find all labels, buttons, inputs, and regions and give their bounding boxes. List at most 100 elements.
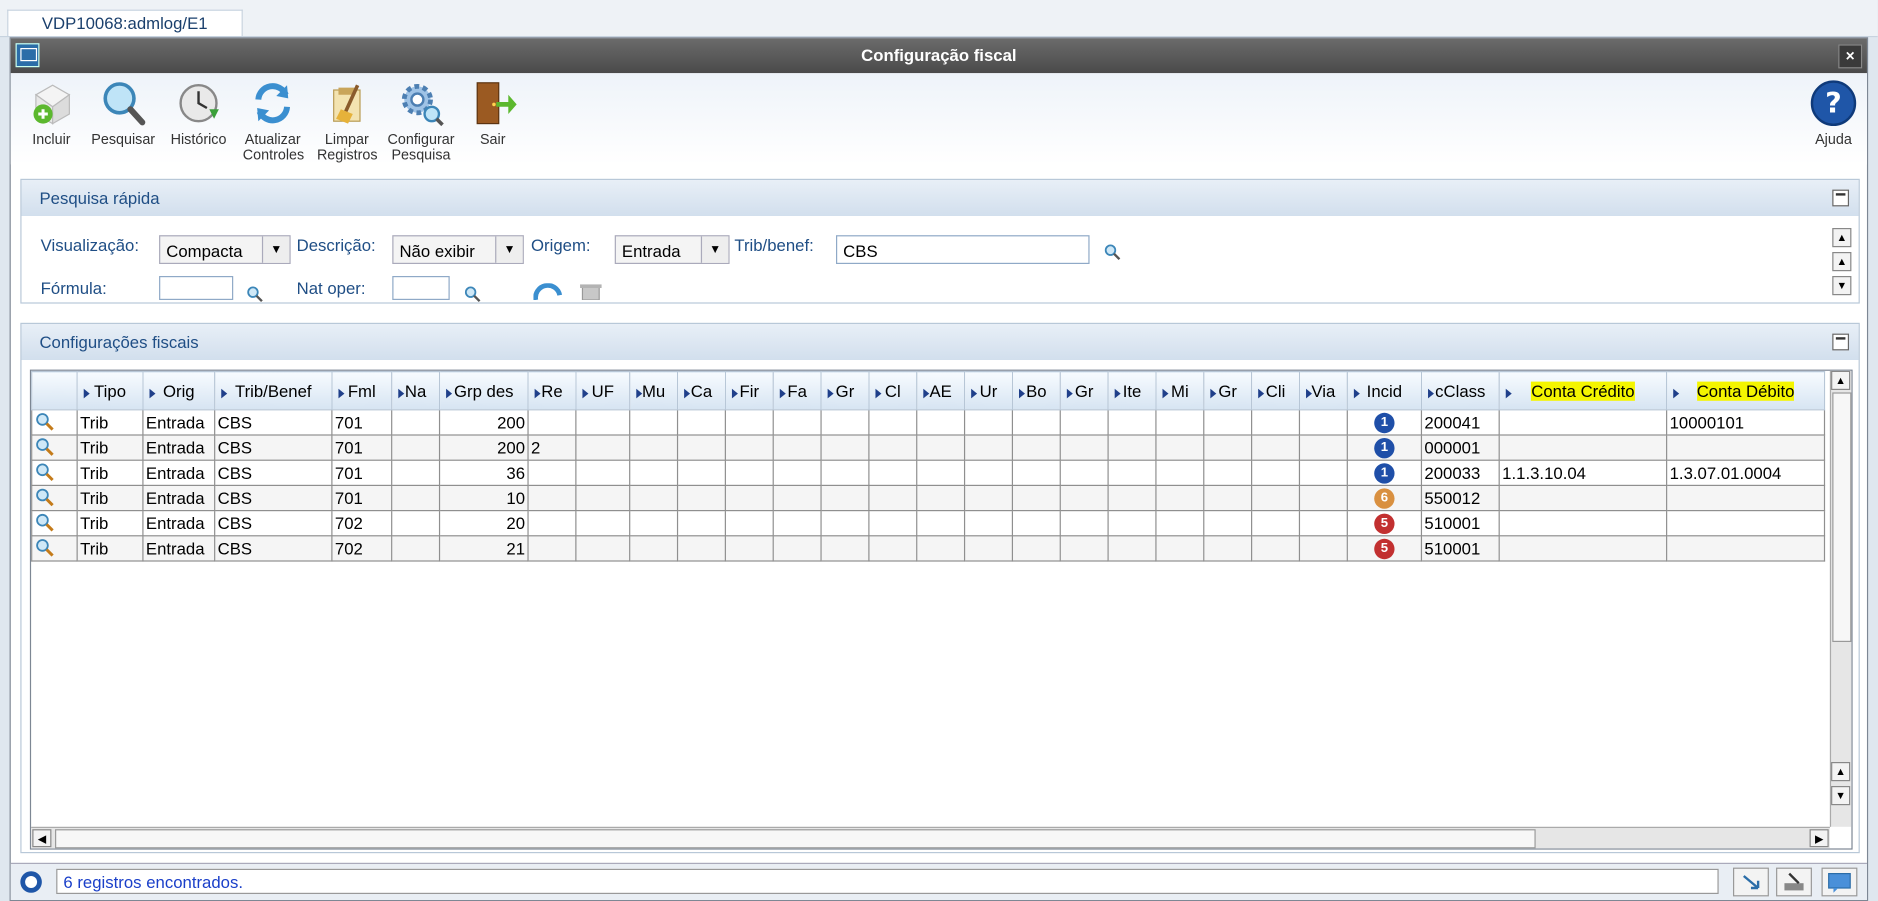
row-detail-cell[interactable] [31, 535, 78, 562]
sort-arrow-icon[interactable] [1353, 388, 1360, 399]
sort-arrow-icon[interactable] [875, 388, 882, 399]
row-detail-cell[interactable] [31, 459, 78, 487]
pesquisar-button[interactable]: Pesquisar [85, 78, 162, 148]
sort-arrow-icon[interactable] [398, 388, 405, 399]
sort-arrow-icon[interactable] [684, 388, 691, 399]
magnifier-icon[interactable] [35, 512, 54, 531]
collapse-quick-search-button[interactable] [1832, 189, 1850, 207]
table-row[interactable]: Trib Entrada CBS 701 10 6 550012 [31, 484, 1826, 512]
grid-scroll-up-button[interactable]: ▲ [1831, 762, 1851, 782]
magnifier-icon[interactable] [35, 487, 54, 506]
expand-button[interactable] [1733, 867, 1769, 897]
magnifier-icon[interactable] [35, 411, 54, 431]
atualizar-controles-button[interactable]: Atualizar Controles [234, 78, 311, 163]
sort-arrow-icon[interactable] [446, 388, 453, 399]
column-header[interactable]: Fir [724, 370, 774, 411]
table-row[interactable]: Trib Entrada CBS 701 36 1 200033 1.1.3.10.04 1.3… [31, 459, 1826, 487]
row-detail-cell[interactable] [31, 484, 78, 512]
sort-arrow-icon[interactable] [636, 388, 643, 399]
visualizacao-select[interactable]: Compacta ▼ [159, 235, 291, 264]
table-row[interactable]: Trib Entrada CBS 702 21 5 510001 [31, 535, 1826, 562]
column-header[interactable]: cClass [1420, 370, 1500, 411]
limpar-registros-button[interactable]: Limpar Registros [309, 78, 386, 163]
column-header[interactable]: Incid [1346, 370, 1423, 411]
column-header[interactable]: Ur [963, 370, 1014, 411]
column-header[interactable]: Gr [820, 370, 870, 411]
sort-arrow-icon[interactable] [338, 388, 345, 399]
chevron-down-icon[interactable]: ▼ [261, 236, 290, 263]
trib-input[interactable]: CBS [836, 235, 1090, 264]
sort-arrow-icon[interactable] [779, 388, 786, 399]
chevron-down-icon[interactable]: ▼ [700, 236, 729, 263]
sort-arrow-icon[interactable] [971, 388, 978, 399]
sort-arrow-icon[interactable] [1306, 388, 1313, 399]
configurar-pesquisa-button[interactable]: Configurar Pesquisa [383, 78, 460, 163]
table-row[interactable]: Trib Entrada CBS 701 200 2 1 000001 [31, 434, 1826, 461]
column-header[interactable]: Cl [868, 370, 918, 411]
column-header[interactable]: Conta Débito [1666, 370, 1826, 411]
sort-arrow-icon[interactable] [221, 388, 228, 399]
grid-horizontal-scrollbar[interactable]: ◀ ▶ [31, 826, 1830, 849]
magnifier-icon[interactable] [35, 537, 54, 557]
table-row[interactable]: Trib Entrada CBS 701 200 1 200041 10000101 [31, 409, 1826, 436]
chat-button[interactable] [1821, 867, 1858, 897]
grid-vertical-thumb[interactable] [1832, 392, 1852, 642]
row-detail-cell[interactable] [31, 409, 78, 436]
trib-search-icon[interactable] [1104, 244, 1121, 261]
column-header[interactable]: Conta Crédito [1498, 370, 1668, 411]
column-header[interactable]: Gr [1203, 370, 1253, 411]
column-header[interactable]: Trib/Benef [214, 370, 333, 411]
formula-search-icon[interactable] [246, 286, 263, 303]
sort-arrow-icon[interactable] [731, 388, 738, 399]
column-header[interactable]: Grp des [438, 370, 529, 411]
sair-button[interactable]: Sair [454, 78, 531, 148]
column-header[interactable]: Bo [1011, 370, 1061, 411]
sort-arrow-icon[interactable] [923, 388, 930, 399]
trash-icon[interactable] [579, 283, 603, 300]
column-header[interactable]: Mi [1155, 370, 1205, 411]
sort-arrow-icon[interactable] [534, 388, 541, 399]
collapse-fiscal-config-button[interactable] [1832, 333, 1850, 351]
magnifier-icon[interactable] [35, 436, 54, 456]
column-header[interactable]: Fml [331, 370, 393, 411]
sort-arrow-icon[interactable] [149, 388, 156, 399]
column-header[interactable]: Tipo [76, 370, 144, 411]
sort-arrow-icon[interactable] [1066, 388, 1073, 399]
sort-arrow-icon[interactable] [1018, 388, 1025, 399]
grid-scroll-top-button[interactable]: ▲ [1831, 370, 1851, 391]
sort-arrow-icon[interactable] [1258, 388, 1265, 399]
grid-scroll-down-button[interactable]: ▼ [1831, 786, 1851, 806]
sort-arrow-icon[interactable] [1114, 388, 1121, 399]
column-header[interactable]: AE [916, 370, 966, 411]
column-header[interactable]: Re [527, 370, 577, 411]
scroll-right-button[interactable]: ▶ [1809, 829, 1829, 848]
column-header[interactable]: Gr [1059, 370, 1109, 411]
incluir-button[interactable]: Incluir [13, 78, 90, 148]
formula-input[interactable] [159, 276, 234, 300]
table-row[interactable]: Trib Entrada CBS 702 20 5 510001 [31, 510, 1826, 537]
tab-vdp10068[interactable]: VDP10068:admlog/E1 [7, 9, 243, 36]
grid-vertical-scrollbar[interactable]: ▲ ▲ ▼ [1829, 370, 1852, 827]
nat-oper-input[interactable] [392, 276, 450, 300]
origem-select[interactable]: Entrada ▼ [614, 235, 730, 264]
refresh-icon[interactable] [533, 283, 564, 300]
scroll-top-button[interactable]: ▲ [1832, 228, 1852, 248]
nat-oper-search-icon[interactable] [464, 286, 481, 303]
column-header[interactable]: Na [391, 370, 441, 411]
row-detail-cell[interactable] [31, 510, 78, 537]
sort-arrow-icon[interactable] [1673, 388, 1680, 399]
sort-arrow-icon[interactable] [1505, 388, 1512, 399]
ajuda-button[interactable]: ? Ajuda [1795, 78, 1872, 148]
close-button[interactable]: × [1838, 44, 1863, 69]
column-header[interactable]: Ca [676, 370, 726, 411]
column-header[interactable]: UF [575, 370, 631, 411]
sort-arrow-icon[interactable] [1210, 388, 1217, 399]
sort-arrow-icon[interactable] [1162, 388, 1169, 399]
row-detail-cell[interactable] [31, 434, 78, 461]
column-header[interactable]: Orig [142, 370, 216, 411]
sort-arrow-icon[interactable] [582, 388, 589, 399]
chevron-down-icon[interactable]: ▼ [495, 236, 523, 263]
column-header[interactable]: Mu [629, 370, 679, 411]
sort-arrow-icon[interactable] [1428, 388, 1435, 399]
column-header[interactable]: Ite [1107, 370, 1157, 411]
